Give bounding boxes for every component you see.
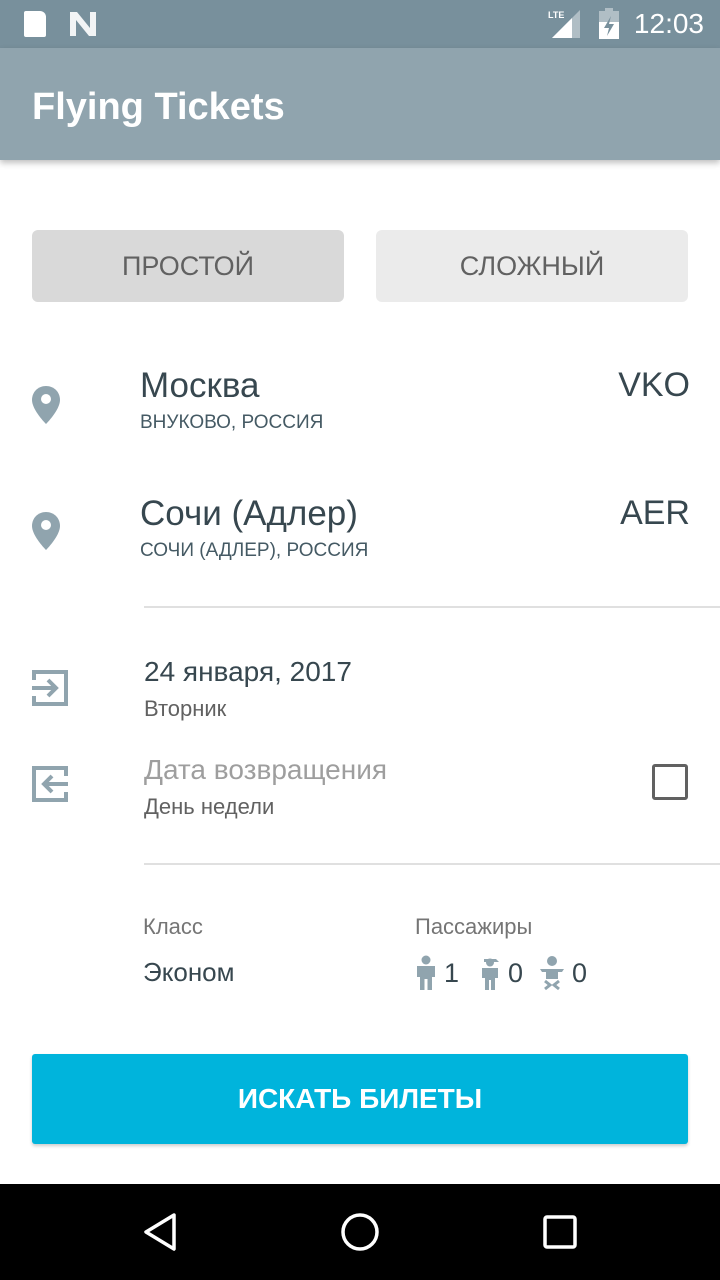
- class-value[interactable]: Эконом: [143, 957, 235, 988]
- battery-charging-icon: [599, 8, 619, 39]
- home-button[interactable]: [330, 1204, 390, 1260]
- adults-count[interactable]: 1: [414, 955, 459, 991]
- infants-value: 0: [572, 957, 588, 988]
- back-icon: [144, 1213, 176, 1251]
- origin-field[interactable]: Москва ВНУКОВО, РОССИЯ VKO: [0, 366, 720, 466]
- divider: [144, 606, 720, 608]
- departure-date: 24 января, 2017: [144, 656, 352, 687]
- lte-signal-icon: LTE: [548, 10, 580, 38]
- departure-date-field[interactable]: 24 января, 2017 Вторник: [0, 656, 720, 736]
- passengers-label: Пассажиры: [415, 914, 533, 939]
- destination-code: AER: [620, 494, 690, 532]
- children-value: 0: [508, 957, 524, 988]
- origin-city: Москва: [140, 366, 260, 405]
- destination-city: Сочи (Адлер): [140, 494, 358, 533]
- children-count[interactable]: 0: [478, 955, 523, 991]
- origin-code: VKO: [618, 366, 690, 404]
- origin-airport: ВНУКОВО, РОССИЯ: [140, 412, 324, 433]
- complex-mode-button[interactable]: СЛОЖНЫЙ: [376, 230, 688, 302]
- simple-mode-button[interactable]: ПРОСТОЙ: [32, 230, 344, 302]
- recents-icon: [543, 1215, 577, 1249]
- login-arrow-icon: [32, 670, 68, 706]
- infants-count[interactable]: 0: [538, 955, 587, 991]
- divider: [144, 863, 720, 865]
- departure-weekday: Вторник: [144, 696, 227, 721]
- logout-arrow-icon: [32, 766, 68, 802]
- infant-icon: [540, 956, 564, 991]
- search-tickets-button[interactable]: ИСКАТЬ БИЛЕТЫ: [32, 1054, 688, 1144]
- back-button[interactable]: [130, 1204, 190, 1260]
- adults-value: 1: [444, 957, 460, 988]
- adult-icon: [417, 955, 435, 990]
- clock: 12:03: [633, 8, 704, 39]
- return-checkbox[interactable]: [652, 764, 688, 800]
- navigation-bar: [0, 1184, 720, 1280]
- recents-button[interactable]: [530, 1204, 590, 1260]
- return-date-placeholder: Дата возвращения: [144, 754, 388, 785]
- app-bar: Flying Tickets: [0, 48, 720, 160]
- location-pin-icon: [32, 386, 60, 424]
- location-pin-icon: [32, 512, 60, 550]
- destination-field[interactable]: Сочи (Адлер) СОЧИ (АДЛЕР), РОССИЯ AER: [0, 494, 720, 594]
- return-weekday-placeholder: День недели: [144, 794, 275, 819]
- status-bar: LTE 12:03: [0, 0, 720, 48]
- sd-card-icon: [24, 11, 46, 37]
- home-icon: [341, 1213, 379, 1251]
- child-icon: [482, 958, 499, 990]
- svg-text:LTE: LTE: [548, 10, 564, 20]
- app-title: Flying Tickets: [32, 86, 285, 128]
- destination-airport: СОЧИ (АДЛЕР), РОССИЯ: [140, 540, 369, 561]
- return-date-field[interactable]: Дата возвращения День недели: [0, 754, 720, 834]
- n-notification-icon: [70, 12, 96, 36]
- class-label: Класс: [143, 914, 203, 939]
